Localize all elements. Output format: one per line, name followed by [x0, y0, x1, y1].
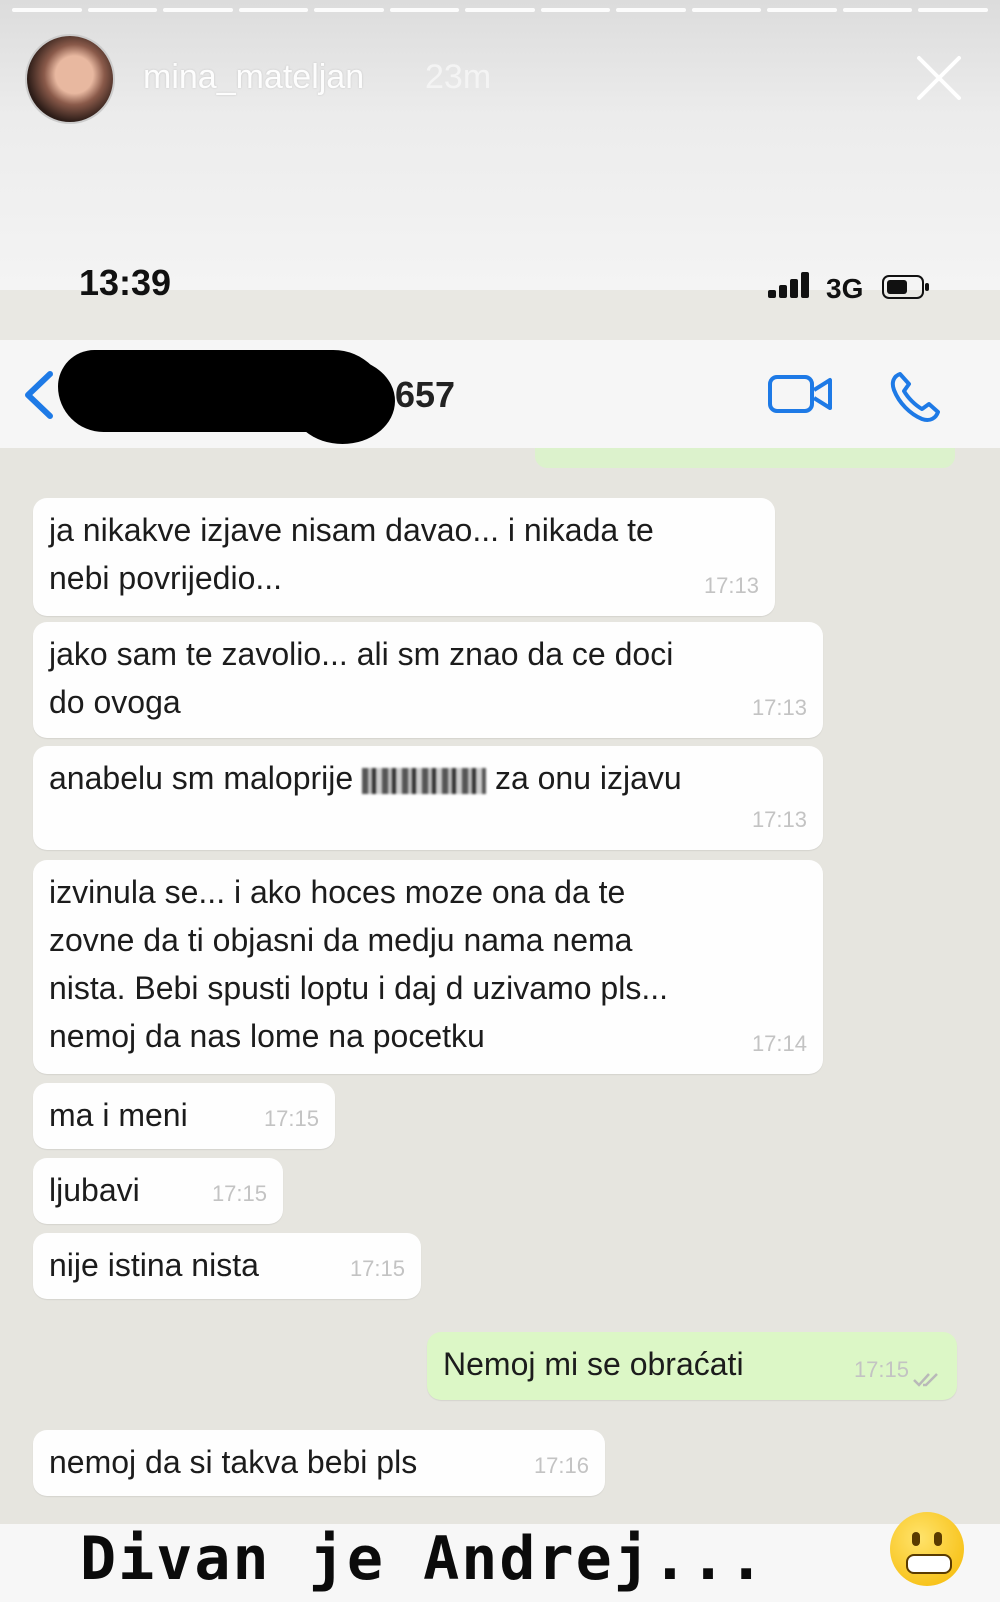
story-time-ago: 23m [425, 58, 492, 96]
message-text: ja nikakve izjave nisam davao... i nikad… [49, 512, 654, 596]
message-text: jako sam te zavolio... ali sm znao da ce… [49, 636, 674, 720]
grimacing-face-icon [890, 1512, 964, 1586]
redacted-contact-name-part [290, 358, 395, 444]
message-text-part: anabelu sm maloprije [49, 760, 354, 796]
message-text: izvinula se... i ako hoces moze ona da t… [49, 874, 668, 1054]
battery-icon [882, 275, 929, 299]
chevron-left-icon[interactable] [22, 370, 56, 420]
story-header-background [0, 0, 1000, 290]
message-time: 17:13 [751, 807, 807, 832]
status-bar-time: 13:39 [79, 262, 172, 303]
message-bubble-incoming[interactable]: nemoj da si takva bebi pls 17:16 [33, 1430, 605, 1496]
previous-outgoing-bubble-edge [535, 448, 955, 468]
message-time: 17:14 [751, 1031, 807, 1056]
story-progress-bar [12, 8, 988, 12]
message-bubble-outgoing[interactable]: Nemoj mi se obraćati 17:15 [427, 1332, 957, 1400]
message-bubble-incoming[interactable]: ma i meni 17:15 [33, 1083, 335, 1149]
message-time: 17:16 [533, 1453, 589, 1478]
close-icon[interactable] [915, 54, 963, 102]
phone-icon[interactable] [888, 370, 942, 424]
message-time: 17:15 [853, 1357, 909, 1382]
story-avatar[interactable] [25, 34, 115, 124]
double-check-icon [913, 1373, 938, 1387]
message-bubble-incoming[interactable]: nije istina nista 17:15 [33, 1233, 421, 1299]
message-bubble-incoming[interactable]: izvinula se... i ako hoces moze ona da t… [33, 860, 823, 1074]
message-bubble-incoming[interactable]: jako sam te zavolio... ali sm znao da ce… [33, 622, 823, 738]
story-username[interactable]: mina_mateljan [143, 58, 364, 97]
signal-icon [768, 272, 809, 298]
message-time: 17:15 [211, 1181, 267, 1206]
message-bubble-incoming[interactable]: ja nikakve izjave nisam davao... i nikad… [33, 498, 775, 616]
message-text-part: za onu izjavu [494, 760, 682, 796]
message-time: 17:13 [703, 573, 759, 598]
message-bubble-incoming[interactable]: anabelu sm maloprije za onu izjavu 17:13 [33, 746, 823, 850]
contact-name[interactable]: 657 [395, 374, 455, 416]
message-time: 17:15 [349, 1256, 405, 1281]
message-text: nemoj da si takva bebi pls [49, 1444, 418, 1480]
message-text: anabelu sm maloprije za onu izjavu [49, 754, 807, 802]
story-caption-text: Divan je Andrej... [80, 1524, 767, 1594]
message-bubble-incoming[interactable]: ljubavi 17:15 [33, 1158, 283, 1224]
message-time: 17:13 [751, 695, 807, 720]
message-time: 17:15 [263, 1106, 319, 1131]
video-call-icon[interactable] [768, 374, 832, 414]
network-type: 3G [826, 273, 864, 304]
blurred-word [362, 767, 487, 794]
